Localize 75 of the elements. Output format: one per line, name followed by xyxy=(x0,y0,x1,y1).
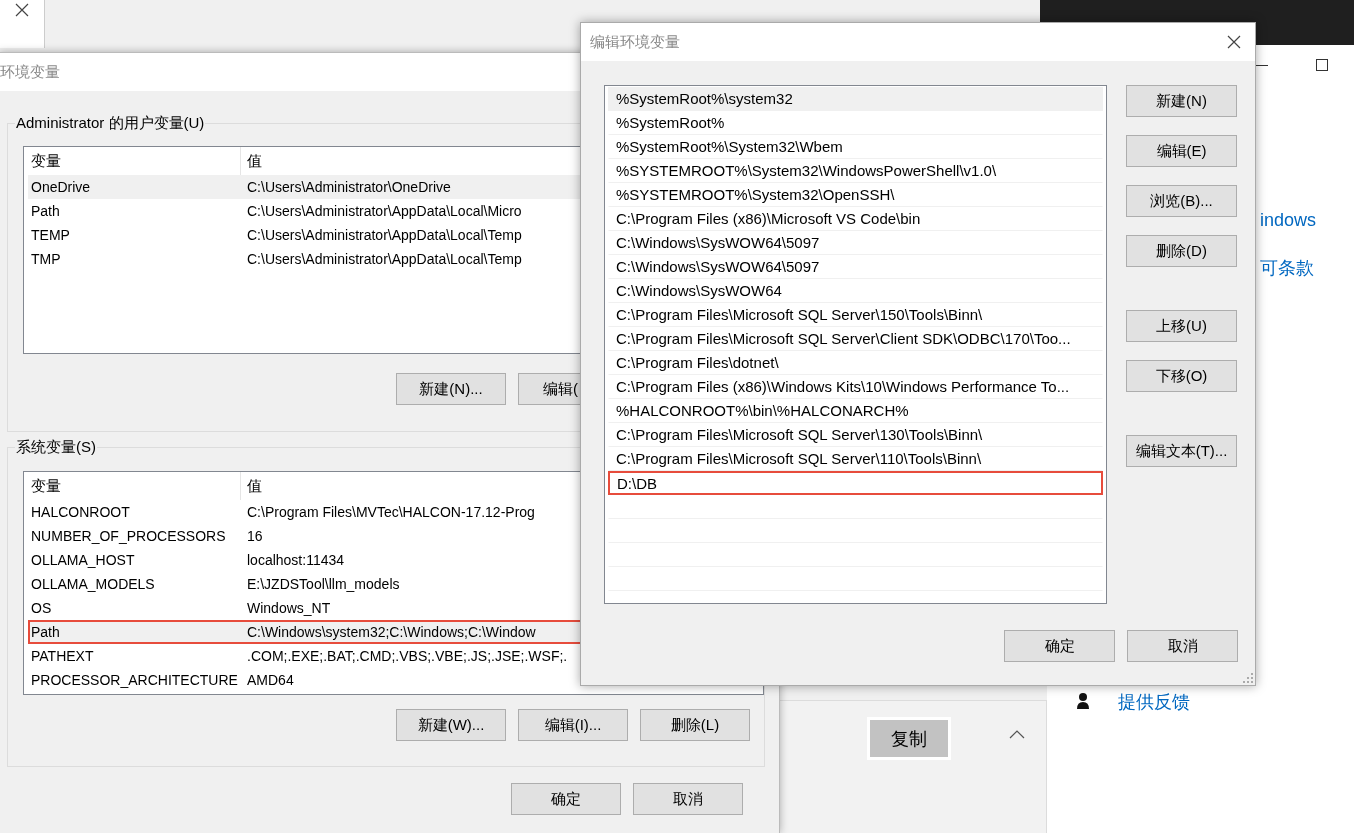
column-header: 值 xyxy=(246,151,262,171)
table-cell-text: AMD64 xyxy=(247,671,294,690)
window-title: 编辑环境变量 xyxy=(590,31,680,52)
table-cell-text: OLLAMA_MODELS xyxy=(30,575,156,594)
table-cell-text: C:\Users\Administrator\AppData\Local\Micro xyxy=(247,202,522,221)
list-item[interactable]: %SystemRoot%\system32 xyxy=(608,87,1103,111)
dialog-button[interactable]: 上移(U) xyxy=(1126,310,1237,342)
dialog-button[interactable]: 新建(N) xyxy=(1126,85,1237,117)
table-cell-text: 16 xyxy=(247,527,263,546)
dialog-button[interactable]: 删除(L) xyxy=(640,709,750,741)
column-header: 变量 xyxy=(24,472,241,500)
dialog-button[interactable]: 编辑(I)... xyxy=(518,709,628,741)
table-cell-text: TEMP xyxy=(30,226,71,245)
dialog-button[interactable]: 编辑(E) xyxy=(1126,135,1237,167)
table-cell-text: E:\JZDSTool\llm_models xyxy=(247,575,400,594)
copy-button[interactable]: 复制 xyxy=(867,717,951,760)
table-cell-text: OneDrive xyxy=(30,178,92,197)
list-item[interactable]: %SystemRoot% xyxy=(608,111,1103,135)
window-title: 环境变量 xyxy=(0,63,60,80)
list-item[interactable]: C:\Program Files\Microsoft SQL Server\110\Tools\Binn\ xyxy=(608,447,1103,471)
list-item[interactable]: C:\Program Files (x86)\Microsoft VS Code\bin xyxy=(608,207,1103,231)
table-cell-text: PROCESSOR_ARCHITECTURE xyxy=(30,671,239,690)
window-panel xyxy=(0,0,45,48)
table-cell-text: C:\Users\Administrator\AppData\Local\Temp xyxy=(247,226,522,245)
link[interactable]: indows xyxy=(1260,209,1317,231)
table-cell-text: C:\Users\Administrator\OneDrive xyxy=(247,178,451,197)
table-cell-text: TMP xyxy=(30,250,62,269)
group-label: Administrator 的用户变量(U) xyxy=(15,113,206,133)
table-cell-text: OLLAMA_HOST xyxy=(30,551,136,570)
list-item[interactable]: %SYSTEMROOT%\System32\OpenSSH\ xyxy=(608,183,1103,207)
dialog-button[interactable]: 新建(N)... xyxy=(396,373,506,405)
list-item[interactable]: C:\Windows\SysWOW64 xyxy=(608,279,1103,303)
dialog-button[interactable]: 新建(W)... xyxy=(396,709,506,741)
person-icon xyxy=(1076,693,1090,709)
list-item[interactable]: C:\Windows\SysWOW64\5097 xyxy=(608,255,1103,279)
dialog-button[interactable]: 下移(O) xyxy=(1126,360,1237,392)
group-label: 系统变量(S) xyxy=(15,437,97,457)
dialog-button[interactable]: 删除(D) xyxy=(1126,235,1237,267)
maximize-icon[interactable] xyxy=(1316,59,1328,71)
chevron-up-icon[interactable] xyxy=(1009,730,1025,739)
table-cell-text: .COM;.EXE;.BAT;.CMD;.VBS;.VBE;.JS;.JSE;.WSF;. xyxy=(247,647,568,666)
table-cell-text: HALCONROOT xyxy=(30,503,131,522)
list-item[interactable]: %HALCONROOT%\bin\%HALCONARCH% xyxy=(608,399,1103,423)
dialog-button[interactable]: 确定 xyxy=(1004,630,1115,662)
link[interactable]: 可条款 xyxy=(1260,257,1314,279)
table-cell-text: Windows_NT xyxy=(247,599,331,618)
list-item[interactable]: C:\Windows\SysWOW64\5097 xyxy=(608,231,1103,255)
list-item[interactable]: C:\Program Files\Microsoft SQL Server\150\Tools\Binn\ xyxy=(608,303,1103,327)
feedback-link[interactable]: 提供反馈 xyxy=(1118,691,1190,713)
dialog-button[interactable]: 取消 xyxy=(1127,630,1238,662)
list-item[interactable]: C:\Program Files\dotnet\ xyxy=(608,351,1103,375)
list-item[interactable]: C:\Program Files\Microsoft SQL Server\130\Tools\Binn\ xyxy=(608,423,1103,447)
resize-grip-icon xyxy=(1243,673,1253,683)
list-item[interactable]: D:\DB xyxy=(608,471,1103,495)
table-cell-text: localhost:11434 xyxy=(247,551,345,570)
column-header: 值 xyxy=(246,476,262,496)
dialog-button[interactable]: 确定 xyxy=(511,783,621,815)
close-icon[interactable] xyxy=(1227,35,1241,49)
table-cell-text: Path xyxy=(30,623,61,642)
list-item[interactable]: C:\Program Files\Microsoft SQL Server\Client SDK\ODBC\170\Too... xyxy=(608,327,1103,351)
dialog-button[interactable]: 编辑文本(T)... xyxy=(1126,435,1237,467)
table-cell-text: NUMBER_OF_PROCESSORS xyxy=(30,527,227,546)
dialog-button[interactable]: 浏览(B)... xyxy=(1126,185,1237,217)
table-cell-text: C:\Users\Administrator\AppData\Local\Temp xyxy=(247,250,522,269)
minimize-icon[interactable] xyxy=(1256,65,1268,67)
list-item[interactable]: %SYSTEMROOT%\System32\WindowsPowerShell\v1.0\ xyxy=(608,159,1103,183)
table-cell-text: PATHEXT xyxy=(30,647,95,666)
list-item[interactable]: %SystemRoot%\System32\Wbem xyxy=(608,135,1103,159)
close-icon[interactable] xyxy=(15,3,29,17)
table-cell-text: Path xyxy=(30,202,61,221)
dialog-button[interactable]: 取消 xyxy=(633,783,743,815)
table-cell-text: OS xyxy=(30,599,53,618)
table-cell-text: C:\Windows\system32;C:\Windows;C:\Window xyxy=(247,623,536,642)
table-cell-text: C:\Program Files\MVTec\HALCON-17.12-Prog xyxy=(247,503,535,522)
list-item[interactable]: C:\Program Files (x86)\Windows Kits\10\Windows Performance To... xyxy=(608,375,1103,399)
